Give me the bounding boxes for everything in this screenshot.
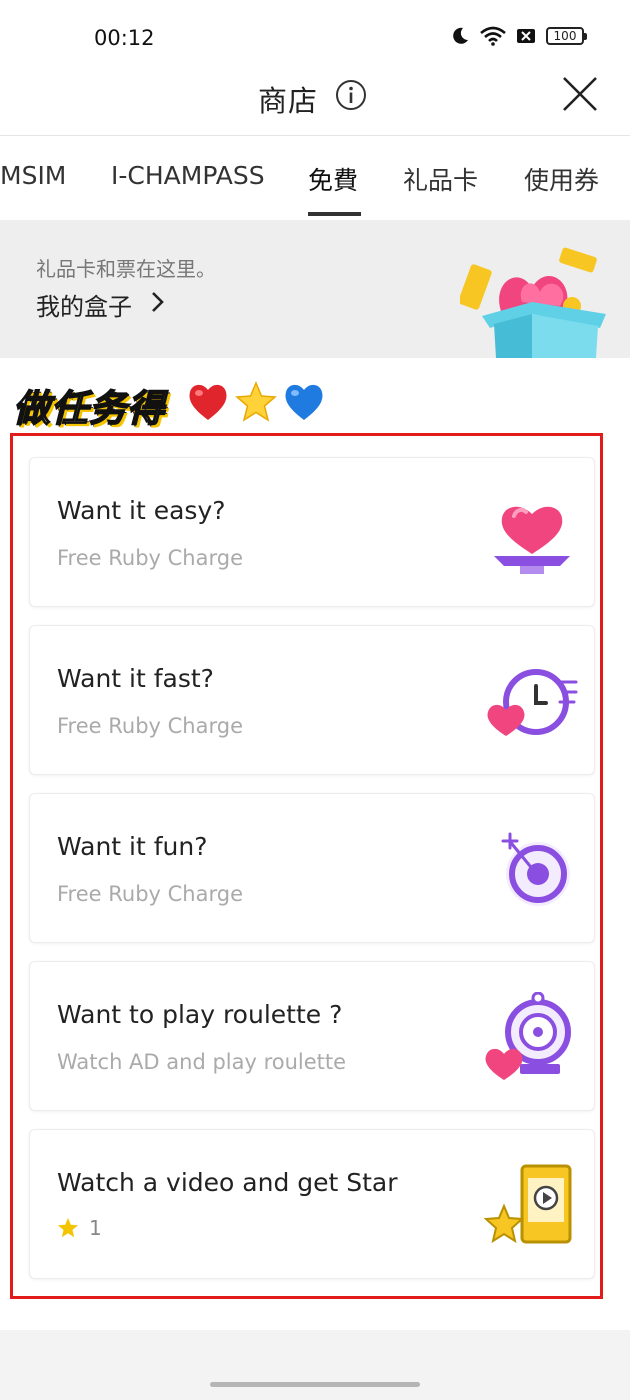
gift-box-icon	[460, 247, 606, 358]
mission-card-fun[interactable]: Want it fun? Free Ruby Charge	[29, 793, 595, 943]
card-subtitle: Free Ruby Charge	[57, 714, 243, 738]
card-title: Want to play roulette ?	[57, 1000, 343, 1029]
category-tabs: MSIM I-CHAMPASS 免費 礼品卡 使用券	[0, 136, 630, 220]
status-bar: 00:12 100	[0, 0, 630, 70]
tab-gift-card[interactable]: 礼品卡	[403, 161, 478, 197]
target-icon	[501, 832, 570, 906]
sim-blocked-icon	[517, 29, 535, 43]
mission-card-fast[interactable]: Want it fast? Free Ruby Charge	[29, 625, 595, 775]
app-header: 商店	[0, 70, 630, 136]
tab-msim[interactable]: MSIM	[0, 161, 66, 190]
tab-voucher[interactable]: 使用券	[524, 161, 599, 197]
status-icons: 100	[450, 26, 587, 46]
page-title: 商店	[258, 84, 319, 118]
battery-icon: 100	[546, 27, 587, 45]
chevron-right-icon	[152, 292, 164, 312]
mission-card-easy[interactable]: Want it easy? Free Ruby Charge	[29, 457, 595, 607]
heart-tray-icon	[494, 506, 570, 574]
my-box-link[interactable]: 我的盒子	[36, 287, 132, 322]
tab-i-champass[interactable]: I-CHAMPASS	[111, 161, 265, 190]
card-subtitle: Watch AD and play roulette	[57, 1050, 347, 1074]
reward-emojis	[186, 380, 326, 424]
card-title: Want it easy?	[57, 496, 226, 525]
star-icon	[235, 381, 277, 422]
speed-clock-icon	[487, 669, 578, 736]
info-icon[interactable]	[335, 79, 367, 111]
video-star-icon	[484, 1164, 572, 1244]
section-title: 做任务得	[12, 386, 165, 431]
my-box-banner[interactable]: 礼品卡和票在这里。 我的盒子	[0, 220, 630, 358]
bottom-strip	[0, 1330, 630, 1400]
mission-card-roulette[interactable]: Want to play roulette ? Watch AD and pla…	[29, 961, 595, 1111]
wifi-icon	[480, 26, 506, 46]
status-time: 00:12	[94, 26, 155, 50]
small-star-icon	[58, 1218, 78, 1238]
mission-card-video-star[interactable]: Watch a video and get Star 1	[29, 1129, 595, 1279]
star-count: 1	[89, 1216, 102, 1240]
card-title: Watch a video and get Star	[57, 1168, 398, 1197]
card-subtitle: Free Ruby Charge	[57, 882, 243, 906]
tab-free[interactable]: 免費	[308, 161, 358, 197]
moon-icon	[453, 27, 468, 44]
star-reward: 1	[57, 1216, 102, 1240]
red-heart-icon	[189, 384, 227, 420]
banner-subtitle: 礼品卡和票在这里。	[36, 257, 216, 281]
home-indicator[interactable]	[210, 1382, 420, 1387]
card-title: Want it fast?	[57, 664, 214, 693]
card-subtitle: Free Ruby Charge	[57, 546, 243, 570]
roulette-icon	[485, 992, 571, 1080]
close-icon[interactable]	[561, 75, 599, 113]
card-title: Want it fun?	[57, 832, 208, 861]
blue-heart-icon	[285, 384, 323, 420]
active-tab-indicator	[308, 212, 361, 216]
